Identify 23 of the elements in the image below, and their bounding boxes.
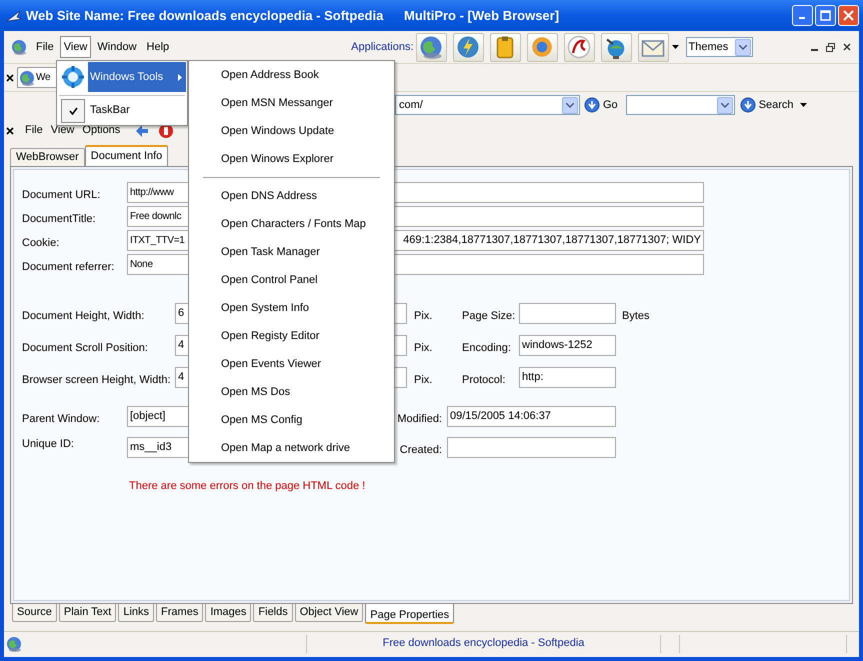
field-label: Page Size: [462,309,516,324]
unit-label: Pix. [414,309,434,324]
status-text: Free downloads encyclopedia - Softpedia [382,636,586,652]
unit-label: Bytes [622,309,650,324]
unit-label: Pix. [414,341,434,356]
error-message: There are some errors on the page HTML code ! [129,479,366,494]
unit-label: Pix. [414,373,434,388]
field-label: Created: [400,443,442,458]
field-label: Protocol: [462,373,506,388]
applications-label: Applications: [351,40,414,55]
field-label: Cookie: [22,236,60,252]
field-label: DocumentTitle: [22,212,97,228]
field-label: Parent Window: [22,412,101,428]
field-label: Encoding: [462,341,512,356]
field-label: Modified: [397,412,442,428]
field-label: Document Scroll Position: [22,341,149,356]
field-label: Document referrer: [22,260,116,276]
field-label: Document URL: [22,188,102,204]
window-title: Web Site Name: Free downloads encyclopedia - Softpedia [26,6,384,25]
field-label: Browser screen Height, Width: [22,373,172,388]
field-label: Document Height, Width: [22,309,146,324]
app-title: MultiPro - [Web Browser] [404,6,560,25]
field-label: Unique ID: [22,437,75,452]
